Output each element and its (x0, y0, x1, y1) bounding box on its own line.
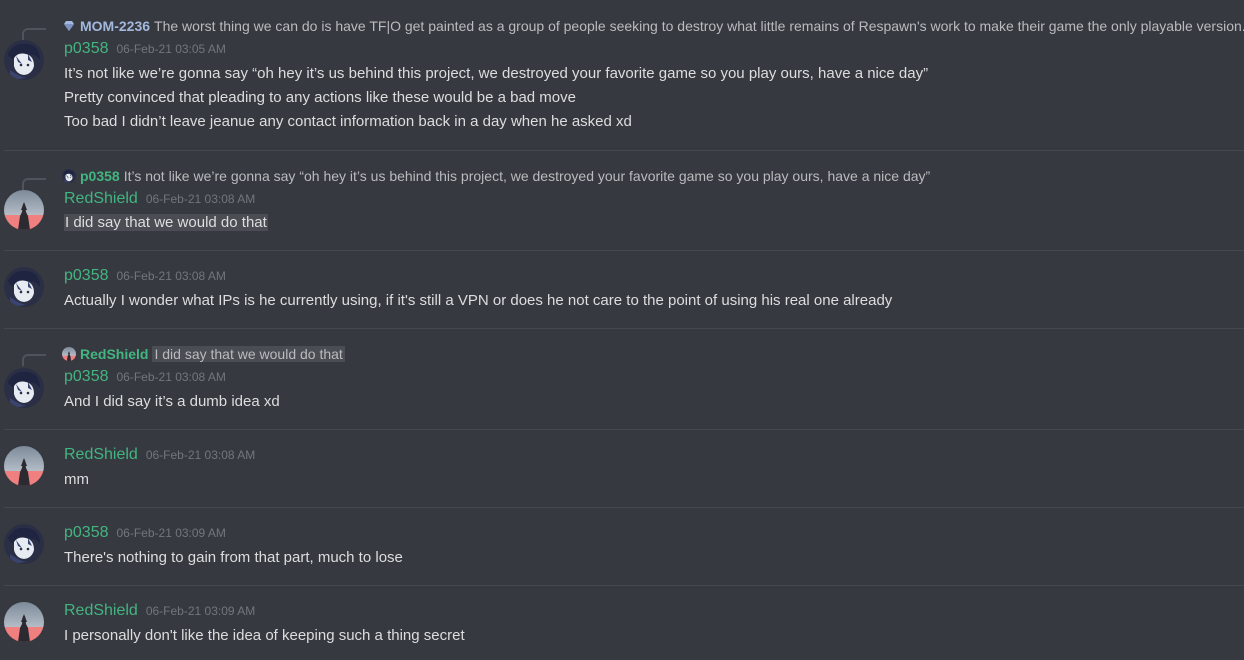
avatar[interactable] (4, 267, 44, 307)
reply-spine (22, 178, 46, 190)
reply-author[interactable]: RedShield (80, 346, 148, 362)
username[interactable]: RedShield (64, 602, 138, 620)
reply-text: It’s not like we’re gonna say “oh hey it… (123, 168, 931, 184)
message-header: p0358 06-Feb-21 03:09 AM (64, 524, 226, 546)
gem-icon (62, 19, 76, 33)
avatar[interactable] (4, 40, 44, 80)
message-header: RedShield 06-Feb-21 03:08 AM (64, 446, 255, 468)
username[interactable]: p0358 (64, 368, 109, 386)
message-text: I personally don't like the idea of keep… (64, 627, 465, 644)
reply-preview[interactable]: MOM-2236 The worst thing we can do is ha… (62, 17, 1244, 35)
divider (4, 150, 1244, 151)
reply-text: The worst thing we can do is have TF|O g… (154, 18, 1244, 34)
timestamp: 06-Feb-21 03:09 AM (116, 526, 226, 540)
message-text: It’s not like we’re gonna say “oh hey it… (64, 65, 929, 82)
reply-spine (22, 354, 46, 366)
username[interactable]: RedShield (64, 446, 138, 464)
avatar[interactable] (4, 524, 44, 564)
divider (4, 328, 1244, 329)
message-header: p0358 06-Feb-21 03:05 AM (64, 40, 226, 62)
message-header: RedShield 06-Feb-21 03:08 AM (64, 190, 255, 212)
reply-preview[interactable]: RedShield I did say that we would do tha… (62, 345, 345, 363)
avatar (62, 169, 76, 183)
username[interactable]: RedShield (64, 190, 138, 208)
message-header: RedShield 06-Feb-21 03:09 AM (64, 602, 255, 624)
divider (4, 429, 1244, 430)
reply-author[interactable]: p0358 (80, 168, 120, 184)
message-text: And I did say it’s a dumb idea xd (64, 393, 280, 410)
divider (4, 250, 1244, 251)
timestamp: 06-Feb-21 03:08 AM (116, 370, 226, 384)
reply-spine (22, 28, 46, 40)
divider (4, 507, 1244, 508)
username[interactable]: p0358 (64, 524, 109, 542)
reply-text: I did say that we would do that (152, 346, 345, 362)
avatar[interactable] (4, 190, 44, 230)
reply-author[interactable]: MOM-2236 (80, 18, 150, 34)
message-text: Too bad I didn’t leave jeanue any contac… (64, 113, 632, 130)
message-header: p0358 06-Feb-21 03:08 AM (64, 267, 226, 289)
timestamp: 06-Feb-21 03:08 AM (116, 269, 226, 283)
timestamp: 06-Feb-21 03:09 AM (145, 604, 256, 618)
timestamp: 06-Feb-21 03:08 AM (145, 448, 256, 462)
message-header: p0358 06-Feb-21 03:08 AM (64, 368, 226, 390)
timestamp: 06-Feb-21 03:05 AM (116, 42, 226, 56)
message-text: Actually I wonder what IPs is he current… (64, 292, 893, 309)
divider (4, 585, 1244, 586)
username[interactable]: p0358 (64, 40, 109, 58)
avatar[interactable] (4, 368, 44, 408)
username[interactable]: p0358 (64, 267, 109, 285)
message-text: I did say that we would do that (64, 214, 268, 231)
chat-log: MOM-2236 The worst thing we can do is ha… (0, 0, 1244, 660)
message-text: Pretty convinced that pleading to any ac… (64, 89, 576, 106)
avatar (62, 347, 76, 361)
timestamp: 06-Feb-21 03:08 AM (145, 192, 256, 206)
avatar[interactable] (4, 446, 44, 486)
avatar[interactable] (4, 602, 44, 642)
message-text: mm (64, 471, 89, 488)
reply-preview[interactable]: p0358 It’s not like we’re gonna say “oh … (62, 167, 930, 185)
message-text: There's nothing to gain from that part, … (64, 549, 403, 566)
